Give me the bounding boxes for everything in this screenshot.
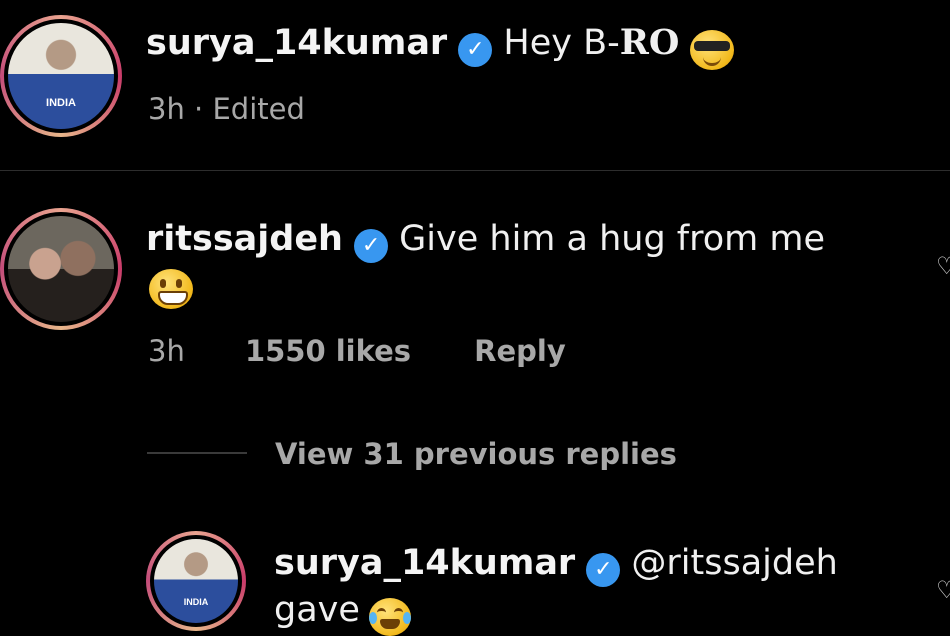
heart-icon[interactable]: ♡	[936, 252, 950, 280]
view-previous-replies-button[interactable]: View 31 previous replies	[275, 437, 677, 471]
avatar-image: INDIA	[4, 19, 118, 133]
reply-text: gave	[274, 590, 360, 630]
verified-badge-icon: ✓	[586, 552, 621, 587]
username[interactable]: ritssajdeh	[146, 219, 343, 259]
comment-actions: 3h 1550 likes Reply	[148, 334, 566, 368]
comment-time: 3h	[148, 334, 185, 368]
username[interactable]: surya_14kumar	[274, 543, 575, 583]
reply-text-line: gave	[274, 590, 412, 636]
avatar[interactable]: INDIA	[146, 531, 246, 631]
comment-text: Hey B-RO	[503, 22, 680, 63]
avatar[interactable]: INDIA	[0, 15, 122, 137]
verified-badge-icon: ✓	[354, 228, 389, 263]
reply-button[interactable]: Reply	[474, 334, 566, 368]
sunglasses-emoji-icon	[690, 29, 735, 70]
comment-meta: 3h · Edited	[148, 92, 305, 126]
verified-badge-icon: ✓	[458, 32, 493, 67]
avatar-image: INDIA	[150, 535, 242, 627]
grinning-emoji-icon	[149, 269, 193, 309]
view-replies-line	[147, 452, 247, 454]
avatar-image	[4, 212, 118, 326]
heart-icon[interactable]: ♡	[936, 576, 950, 604]
likes-count[interactable]: 1550 likes	[245, 334, 411, 368]
tears-of-joy-emoji-icon	[369, 597, 412, 636]
comment-header: surya_14kumar ✓ Hey B-RO	[146, 22, 735, 70]
comment-text: Give him a hug from me	[399, 219, 825, 259]
mention-link[interactable]: @ritssajdeh	[631, 543, 837, 583]
username[interactable]: surya_14kumar	[146, 23, 447, 63]
comment-header: ritssajdeh ✓ Give him a hug from me	[146, 219, 825, 263]
avatar[interactable]	[0, 208, 122, 330]
reply-header: surya_14kumar ✓ @ritssajdeh	[274, 543, 838, 587]
divider	[0, 170, 950, 171]
